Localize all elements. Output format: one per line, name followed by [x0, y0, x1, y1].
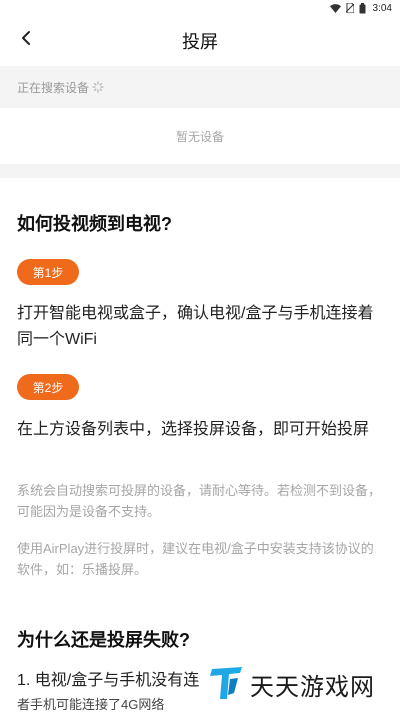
page-title: 投屏	[182, 32, 218, 52]
step-2-badge: 第2步	[17, 374, 79, 400]
note-auto-search: 系统会自动搜索可投屏的设备，请耐心等待。若检测不到设备，可能因为是设备不支持。	[17, 483, 382, 519]
status-bar: 3:04	[0, 0, 400, 16]
brand-logo-icon	[210, 663, 244, 706]
no-sim-icon	[345, 3, 354, 13]
battery-icon	[359, 2, 366, 14]
empty-device-text: 暂无设备	[175, 129, 224, 144]
watermark-brand-text: 天天游戏网	[250, 674, 375, 701]
wifi-icon	[329, 3, 341, 13]
watermark: 天天游戏网	[210, 658, 400, 711]
failure-heading: 为什么还是投屏失败?	[17, 630, 190, 650]
search-status-text: 正在搜索设备	[17, 80, 90, 95]
status-time: 3:04	[372, 2, 392, 14]
step-1-badge: 第1步	[17, 259, 79, 285]
header: 投屏	[0, 18, 400, 62]
step-2-text: 在上方设备列表中，选择投屏设备，即可开始投屏	[17, 421, 370, 438]
loading-spinner-icon	[92, 81, 104, 93]
section-divider	[0, 164, 400, 178]
guide-heading: 如何投视频到电视?	[17, 214, 172, 234]
search-status-bar: 正在搜索设备	[0, 66, 400, 108]
device-list-empty: 暂无设备	[0, 108, 400, 164]
step-1-text: 打开智能电视或盒子，确认电视/盒子与手机连接着同一个WiFi	[17, 305, 374, 348]
note-airplay: 使用AirPlay进行投屏时，建议在电视/盒子中安装支持该协议的软件，如：乐播投…	[17, 541, 374, 577]
